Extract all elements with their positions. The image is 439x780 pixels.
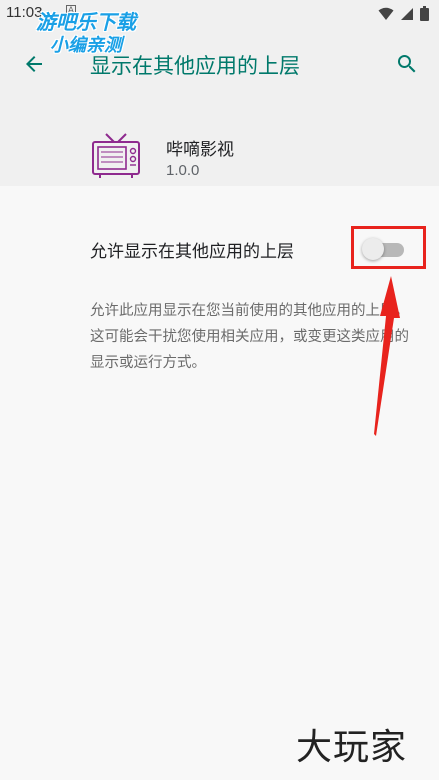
annotation-arrow-icon bbox=[374, 276, 400, 436]
wifi-icon bbox=[378, 7, 394, 20]
watermark-line-2: 小编亲测 bbox=[50, 35, 122, 56]
watermark-top: 游吧乐下载 小编亲测 bbox=[16, 10, 156, 58]
search-button[interactable] bbox=[389, 46, 425, 82]
search-icon bbox=[398, 55, 416, 73]
setting-label: 允许显示在其他应用的上层 bbox=[90, 242, 294, 262]
tv-icon bbox=[92, 133, 140, 178]
app-header: 哔嘀影视 1.0.0 bbox=[0, 100, 439, 186]
annotation-highlight-box bbox=[351, 226, 426, 269]
watermark-bottom: 大玩家 bbox=[296, 727, 408, 768]
battery-icon bbox=[420, 6, 429, 21]
status-icons bbox=[378, 6, 429, 21]
app-version: 1.0.0 bbox=[166, 162, 200, 179]
signal-icon bbox=[401, 7, 413, 20]
watermark-line-1: 游吧乐下载 bbox=[36, 10, 136, 34]
app-name: 哔嘀影视 bbox=[166, 140, 234, 160]
